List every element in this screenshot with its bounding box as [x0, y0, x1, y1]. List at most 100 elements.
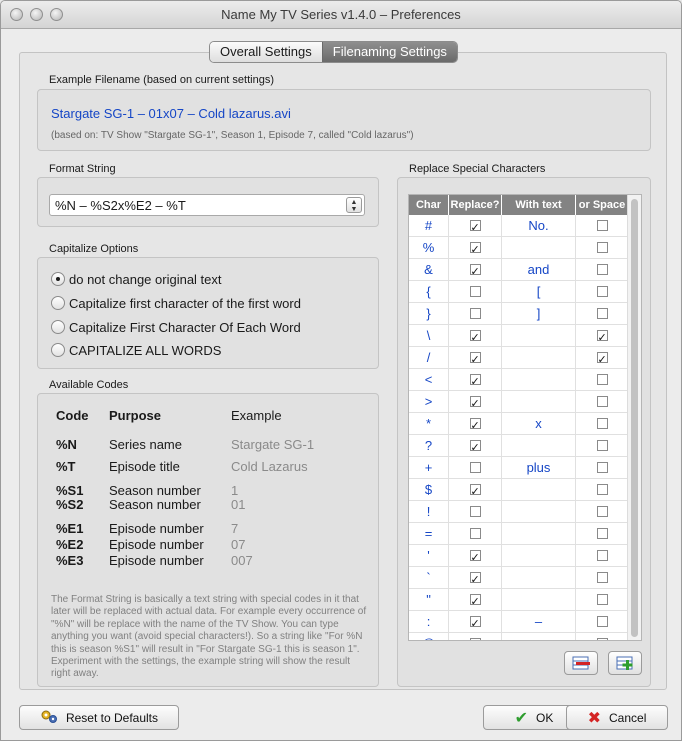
replace-row[interactable]: % — [409, 237, 628, 261]
replace-char-cell[interactable]: * — [409, 413, 449, 434]
replace-row[interactable]: }] — [409, 303, 628, 325]
replace-with-text-cell[interactable] — [502, 545, 576, 566]
replace-checkbox[interactable] — [469, 327, 481, 349]
space-checkbox[interactable] — [596, 418, 608, 430]
replace-with-text-cell[interactable]: – — [502, 611, 576, 632]
replace-with-text-cell[interactable]: [ — [502, 281, 576, 302]
space-checkbox[interactable] — [596, 264, 608, 276]
radio-no-change[interactable]: do not change original text — [51, 270, 222, 288]
replace-with-text-cell[interactable] — [502, 567, 576, 588]
replace-row[interactable]: ! — [409, 501, 628, 523]
replace-char-cell[interactable]: @ — [409, 633, 449, 640]
replace-checkbox[interactable] — [469, 638, 481, 640]
space-checkbox[interactable] — [596, 220, 608, 232]
replace-checkbox[interactable] — [469, 286, 481, 298]
replace-row[interactable]: # No. — [409, 215, 628, 239]
radio-capitalize-each[interactable]: Capitalize First Character Of Each Word — [51, 318, 301, 336]
replace-row[interactable]: $ — [409, 479, 628, 503]
replace-row[interactable]: + plus — [409, 457, 628, 479]
replace-checkbox[interactable] — [469, 481, 481, 503]
replace-checkbox[interactable] — [469, 308, 481, 320]
replace-char-cell[interactable]: ? — [409, 435, 449, 456]
replace-with-text-cell[interactable] — [502, 391, 576, 412]
replace-with-text-cell[interactable] — [502, 325, 576, 346]
replace-char-cell[interactable]: } — [409, 303, 449, 324]
space-checkbox[interactable] — [596, 327, 608, 349]
radio-button-icon[interactable] — [51, 320, 65, 334]
space-checkbox[interactable] — [596, 550, 608, 562]
replace-with-text-cell[interactable]: x — [502, 413, 576, 434]
radio-capitalize-first[interactable]: Capitalize first character of the first … — [51, 294, 301, 312]
replace-with-text-cell[interactable] — [502, 479, 576, 500]
replace-char-cell[interactable]: { — [409, 281, 449, 302]
space-checkbox[interactable] — [596, 440, 608, 452]
replace-row[interactable]: > — [409, 391, 628, 415]
space-checkbox[interactable] — [596, 616, 608, 628]
radio-button-icon[interactable] — [51, 343, 65, 357]
replace-checkbox[interactable] — [469, 462, 481, 474]
replace-char-cell[interactable]: % — [409, 237, 449, 258]
header-with-text[interactable]: With text — [502, 195, 576, 215]
space-checkbox[interactable] — [596, 308, 608, 320]
replace-char-cell[interactable]: ! — [409, 501, 449, 522]
replace-char-cell[interactable]: / — [409, 347, 449, 368]
replace-row[interactable]: & and — [409, 259, 628, 283]
format-string-combo[interactable]: %N – %S2x%E2 – %T ▲ ▼ — [49, 194, 365, 216]
replace-with-text-cell[interactable] — [502, 369, 576, 390]
replace-with-text-cell[interactable]: and — [502, 259, 576, 280]
replace-checkbox[interactable] — [469, 239, 481, 261]
tab-filenaming-settings[interactable]: Filenaming Settings — [321, 42, 457, 62]
radio-capitalize-all[interactable]: CAPITALIZE ALL WORDS — [51, 341, 221, 359]
replace-row[interactable]: :– — [409, 611, 628, 635]
space-checkbox[interactable] — [596, 242, 608, 254]
replace-char-cell[interactable]: & — [409, 259, 449, 280]
replace-char-cell[interactable]: $ — [409, 479, 449, 500]
replace-checkbox[interactable] — [469, 437, 481, 459]
replace-row[interactable]: < — [409, 369, 628, 393]
space-checkbox[interactable] — [596, 594, 608, 606]
replace-char-cell[interactable]: + — [409, 457, 449, 478]
replace-char-cell[interactable]: ` — [409, 567, 449, 588]
replace-table[interactable]: Char Replace? With text or Space # No.%& a… — [408, 194, 642, 641]
replace-table-scrollbar[interactable] — [627, 195, 641, 640]
replace-row[interactable]: ' — [409, 545, 628, 569]
replace-row[interactable]: / — [409, 347, 628, 371]
replace-row[interactable]: *x — [409, 413, 628, 437]
add-row-button[interactable] — [608, 651, 642, 675]
replace-char-cell[interactable]: : — [409, 611, 449, 632]
space-checkbox[interactable] — [596, 638, 608, 640]
space-checkbox[interactable] — [596, 462, 608, 474]
space-checkbox[interactable] — [596, 506, 608, 518]
scrollbar-thumb[interactable] — [631, 199, 638, 637]
replace-with-text-cell[interactable]: plus — [502, 457, 576, 478]
radio-button-icon[interactable] — [51, 272, 65, 286]
replace-char-cell[interactable]: = — [409, 523, 449, 544]
replace-with-text-cell[interactable] — [502, 237, 576, 258]
space-checkbox[interactable] — [596, 484, 608, 496]
replace-with-text-cell[interactable] — [502, 501, 576, 522]
space-checkbox[interactable] — [596, 528, 608, 540]
replace-row[interactable]: = — [409, 523, 628, 545]
header-char[interactable]: Char — [409, 195, 449, 215]
space-checkbox[interactable] — [596, 349, 608, 371]
replace-char-cell[interactable]: ' — [409, 545, 449, 566]
replace-char-cell[interactable]: # — [409, 215, 449, 236]
replace-checkbox[interactable] — [469, 506, 481, 518]
space-checkbox[interactable] — [596, 572, 608, 584]
replace-row[interactable]: " — [409, 589, 628, 613]
replace-char-cell[interactable]: < — [409, 369, 449, 390]
replace-checkbox[interactable] — [469, 569, 481, 591]
replace-row[interactable]: ` — [409, 567, 628, 591]
replace-row[interactable]: @ — [409, 633, 628, 640]
tab-overall-settings[interactable]: Overall Settings — [210, 42, 322, 62]
replace-with-text-cell[interactable] — [502, 435, 576, 456]
replace-with-text-cell[interactable] — [502, 523, 576, 544]
replace-checkbox[interactable] — [469, 261, 481, 283]
replace-row[interactable]: {[ — [409, 281, 628, 303]
header-replace[interactable]: Replace? — [449, 195, 502, 215]
replace-checkbox[interactable] — [469, 528, 481, 540]
replace-with-text-cell[interactable] — [502, 347, 576, 368]
replace-row[interactable]: \ — [409, 325, 628, 349]
replace-checkbox[interactable] — [469, 371, 481, 393]
remove-row-button[interactable] — [564, 651, 598, 675]
